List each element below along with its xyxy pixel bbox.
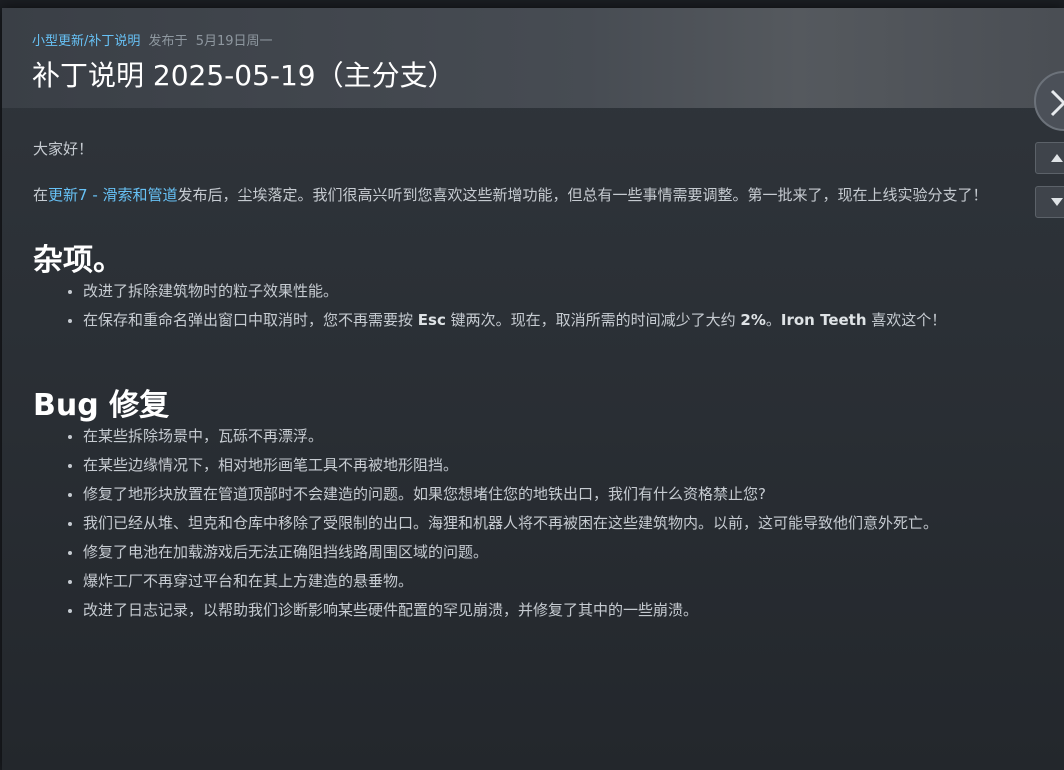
list-item: 在某些拆除场景中，瓦砾不再漂浮。 [68,425,1028,447]
previous-post-button[interactable] [1035,142,1064,174]
item-text: 。 [765,311,781,329]
list-item: 我们已经从堆、坦克和仓库中移除了受限制的出口。海狸和机器人将不再被困在这些建筑物… [68,512,1028,534]
post-meta: 小型更新/补丁说明 发布于 5月19日周一 [32,30,273,49]
post-body: 大家好！ 在更新7 - 滑索和管道发布后，尘埃落定。我们很高兴听到您喜欢这些新增… [33,138,1028,628]
list-item: 在某些边缘情况下，相对地形画笔工具不再被地形阻挡。 [68,454,1028,476]
item-text: 喜欢这个！ [866,311,947,329]
intro-suffix: 发布后，尘埃落定。我们很高兴听到您喜欢这些新增功能，但总有一些事情需要调整。第一… [177,186,988,204]
misc-list: 改进了拆除建筑物时的粒子效果性能。 在保存和重命名弹出窗口中取消时，您不再需要按… [33,280,1028,331]
greeting-text: 大家好！ [33,140,94,158]
update-7-link[interactable]: 更新7 - 滑索和管道 [48,186,178,204]
intro-paragraph: 在更新7 - 滑索和管道发布后，尘埃落定。我们很高兴听到您喜欢这些新增功能，但总… [33,184,1028,206]
close-icon [1050,89,1064,117]
list-item: 改进了拆除建筑物时的粒子效果性能。 [68,280,1028,302]
posted-label: 发布于 [148,34,188,49]
item-text: 在保存和重命名弹出窗口中取消时，您不再需要按 [83,311,418,329]
item-bold: 2% [740,311,766,329]
item-bold: Esc [417,311,446,329]
bug-fixes-heading: Bug 修复 [33,388,170,423]
chevron-up-icon [1051,154,1063,162]
list-item: 修复了地形块放置在管道顶部时不会建造的问题。如果您想堵住您的地铁出口，我们有什么… [68,483,1028,505]
page-title: 补丁说明 2025-05-19（主分支） [32,59,456,92]
list-item: 改进了日志记录，以帮助我们诊断影响某些硬件配置的罕见崩溃，并修复了其中的一些崩溃… [68,599,1028,621]
item-text: 键两次。现在，取消所需的时间减少了大约 [445,311,741,329]
intro-prefix: 在 [33,186,49,204]
bug-fixes-list: 在某些拆除场景中，瓦砾不再漂浮。 在某些边缘情况下，相对地形画笔工具不再被地形阻… [33,425,1028,621]
chevron-down-icon [1051,198,1063,206]
item-bold: Iron Teeth [780,311,867,329]
category-link[interactable]: 小型更新/补丁说明 [32,34,140,49]
list-item: 修复了电池在加载游戏后无法正确阻挡线路周围区域的问题。 [68,541,1028,563]
dialog-header: 小型更新/补丁说明 发布于 5月19日周一 补丁说明 2025-05-19（主分… [2,8,1064,108]
list-item: 爆炸工厂不再穿过平台和在其上方建造的悬垂物。 [68,570,1028,592]
list-item: 在保存和重命名弹出窗口中取消时，您不再需要按 Esc 键两次。现在，取消所需的时… [68,309,1028,331]
next-post-button[interactable] [1035,186,1064,218]
post-date: 5月19日周一 [195,34,273,49]
misc-heading: 杂项。 [33,243,123,278]
patch-notes-dialog: 小型更新/补丁说明 发布于 5月19日周一 补丁说明 2025-05-19（主分… [2,8,1064,770]
